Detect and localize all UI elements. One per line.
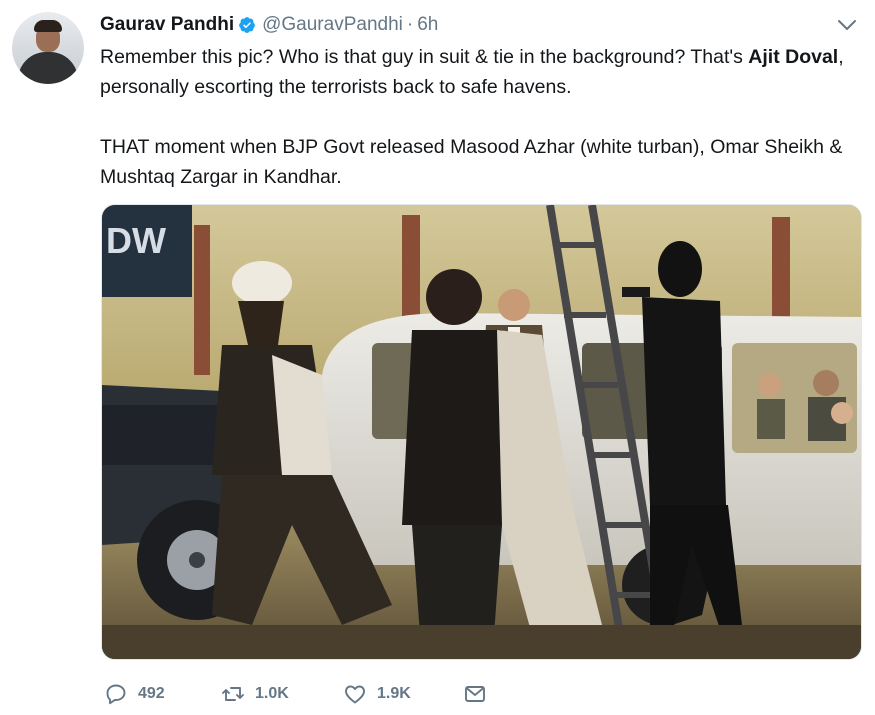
reply-button[interactable]: 492: [104, 682, 221, 706]
tweet-text: Remember this pic? Who is that guy in su…: [100, 42, 850, 192]
reply-count: 492: [138, 685, 165, 702]
tweet-actions: 492 1.0K 1.9K: [104, 682, 487, 706]
envelope-icon: [465, 686, 485, 702]
tweet-text-part: Remember this pic? Who is that guy in su…: [100, 46, 749, 68]
reply-icon: [106, 684, 126, 705]
tweet-text-bold: Ajit Doval: [748, 46, 839, 68]
direct-message-button[interactable]: [463, 682, 487, 706]
tweet-header: Gaurav Pandhi @GauravPandhi · 6h: [100, 13, 438, 37]
like-count: 1.9K: [377, 685, 411, 702]
sign-text: DW: [106, 220, 166, 261]
tweet-photo[interactable]: DW: [101, 204, 862, 660]
retweet-count: 1.0K: [255, 685, 289, 702]
author-handle[interactable]: @GauravPandhi: [262, 13, 403, 37]
photo-scene: DW: [102, 205, 861, 659]
avatar[interactable]: [12, 12, 84, 84]
avatar-hair: [34, 20, 62, 32]
chevron-down-icon[interactable]: [837, 18, 857, 32]
tweet-paragraph-1: Remember this pic? Who is that guy in su…: [100, 42, 850, 102]
tweet-timestamp[interactable]: 6h: [417, 13, 438, 37]
tweet-card[interactable]: Gaurav Pandhi @GauravPandhi · 6h Remembe…: [0, 0, 875, 715]
like-button[interactable]: 1.9K: [343, 682, 463, 706]
heart-icon: [345, 685, 365, 704]
separator-dot: ·: [406, 14, 414, 35]
verified-badge-icon: [239, 17, 255, 33]
retweet-icon: [222, 687, 244, 701]
author-name[interactable]: Gaurav Pandhi: [100, 13, 234, 37]
retweet-button[interactable]: 1.0K: [221, 682, 343, 706]
avatar-body: [18, 52, 78, 84]
tweet-paragraph-2: THAT moment when BJP Govt released Masoo…: [100, 136, 843, 188]
